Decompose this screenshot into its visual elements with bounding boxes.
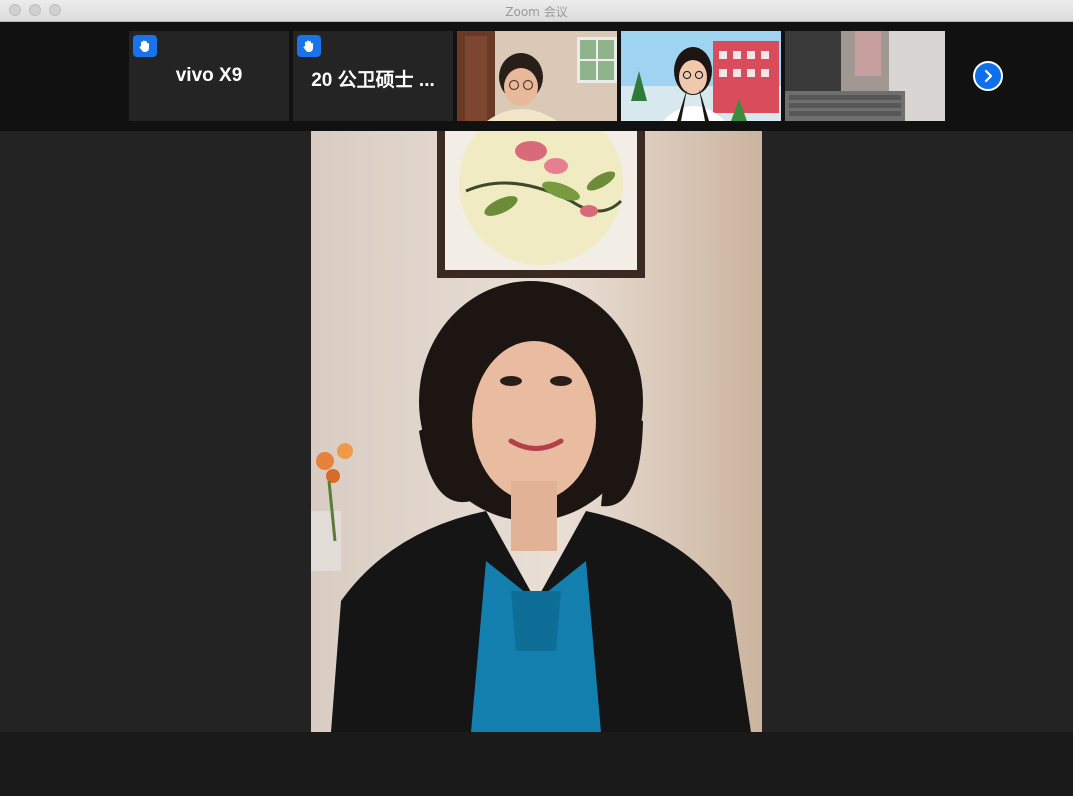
participant-name: 20 公卫硕士 ... bbox=[311, 70, 435, 91]
speaker-video-feed bbox=[311, 131, 762, 732]
participant-name: vivo X9 bbox=[175, 65, 243, 86]
zoom-window: Zoom 会议 vivo X9 20 公卫硕士 ... bbox=[0, 0, 1073, 796]
active-speaker-area bbox=[0, 131, 1073, 732]
next-page-button[interactable] bbox=[973, 61, 1003, 91]
participants-strip: vivo X9 20 公卫硕士 ... bbox=[0, 22, 1073, 131]
participant-video-tile[interactable] bbox=[621, 31, 781, 121]
window-title: Zoom 会议 bbox=[505, 5, 568, 19]
participant-tile-vivo-x9[interactable]: vivo X9 bbox=[129, 31, 289, 121]
title-bar: Zoom 会议 bbox=[0, 0, 1073, 22]
participant-video-tile[interactable] bbox=[785, 31, 945, 121]
participant-tile-20-gongwei[interactable]: 20 公卫硕士 ... bbox=[293, 31, 453, 121]
chevron-right-icon bbox=[984, 69, 993, 83]
participant-video-feed bbox=[621, 31, 781, 121]
participant-video-feed bbox=[457, 31, 617, 121]
raised-hand-icon bbox=[297, 35, 321, 57]
raised-hand-icon bbox=[133, 35, 157, 57]
participant-video-feed bbox=[785, 31, 945, 121]
active-speaker-video[interactable] bbox=[311, 131, 762, 732]
participant-video-tile[interactable] bbox=[457, 31, 617, 121]
meeting-controls-bar bbox=[0, 732, 1073, 796]
